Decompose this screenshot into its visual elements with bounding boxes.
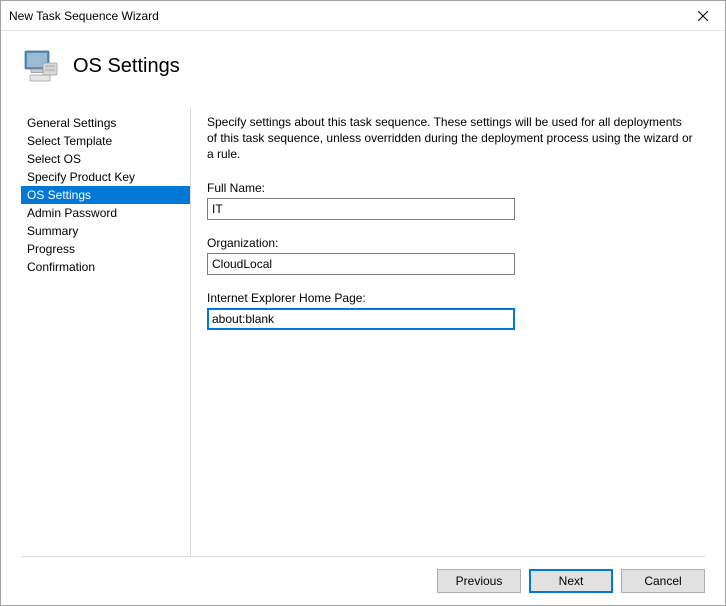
- sidebar-item-specify-product-key[interactable]: Specify Product Key: [21, 168, 190, 186]
- page-title: OS Settings: [73, 55, 180, 78]
- window-title: New Task Sequence Wizard: [9, 9, 159, 23]
- sidebar-item-select-template[interactable]: Select Template: [21, 132, 190, 150]
- computer-icon: [21, 45, 61, 88]
- sidebar-item-summary[interactable]: Summary: [21, 222, 190, 240]
- wizard-content: Specify settings about this task sequenc…: [191, 108, 705, 556]
- full-name-input[interactable]: [207, 198, 515, 220]
- sidebar-item-label: OS Settings: [27, 188, 91, 202]
- instruction-text: Specify settings about this task sequenc…: [207, 114, 695, 163]
- wizard-body: General Settings Select Template Select …: [1, 108, 725, 556]
- full-name-label: Full Name:: [207, 181, 695, 195]
- close-icon: [698, 11, 708, 21]
- next-button[interactable]: Next: [529, 569, 613, 593]
- sidebar-item-general-settings[interactable]: General Settings: [21, 114, 190, 132]
- wizard-footer: Previous Next Cancel: [21, 556, 705, 605]
- full-name-field-group: Full Name:: [207, 181, 695, 220]
- cancel-button[interactable]: Cancel: [621, 569, 705, 593]
- sidebar-item-progress[interactable]: Progress: [21, 240, 190, 258]
- wizard-header: OS Settings: [1, 31, 725, 108]
- organization-label: Organization:: [207, 236, 695, 250]
- sidebar-item-label: Progress: [27, 242, 75, 256]
- ie-home-label: Internet Explorer Home Page:: [207, 291, 695, 305]
- sidebar-item-label: Select Template: [27, 134, 112, 148]
- sidebar-item-select-os[interactable]: Select OS: [21, 150, 190, 168]
- sidebar-item-label: Admin Password: [27, 206, 117, 220]
- sidebar-item-confirmation[interactable]: Confirmation: [21, 258, 190, 276]
- wizard-steps-sidebar: General Settings Select Template Select …: [21, 108, 191, 556]
- organization-input[interactable]: [207, 253, 515, 275]
- previous-button[interactable]: Previous: [437, 569, 521, 593]
- sidebar-item-label: Select OS: [27, 152, 81, 166]
- titlebar: New Task Sequence Wizard: [1, 1, 725, 31]
- sidebar-item-label: General Settings: [27, 116, 116, 130]
- sidebar-item-admin-password[interactable]: Admin Password: [21, 204, 190, 222]
- wizard-window: New Task Sequence Wizard OS Settings Gen…: [0, 0, 726, 606]
- sidebar-item-label: Specify Product Key: [27, 170, 135, 184]
- sidebar-item-os-settings[interactable]: OS Settings: [21, 186, 190, 204]
- close-button[interactable]: [681, 1, 725, 31]
- organization-field-group: Organization:: [207, 236, 695, 275]
- sidebar-item-label: Confirmation: [27, 260, 95, 274]
- ie-home-field-group: Internet Explorer Home Page:: [207, 291, 695, 330]
- sidebar-item-label: Summary: [27, 224, 78, 238]
- ie-home-input[interactable]: [207, 308, 515, 330]
